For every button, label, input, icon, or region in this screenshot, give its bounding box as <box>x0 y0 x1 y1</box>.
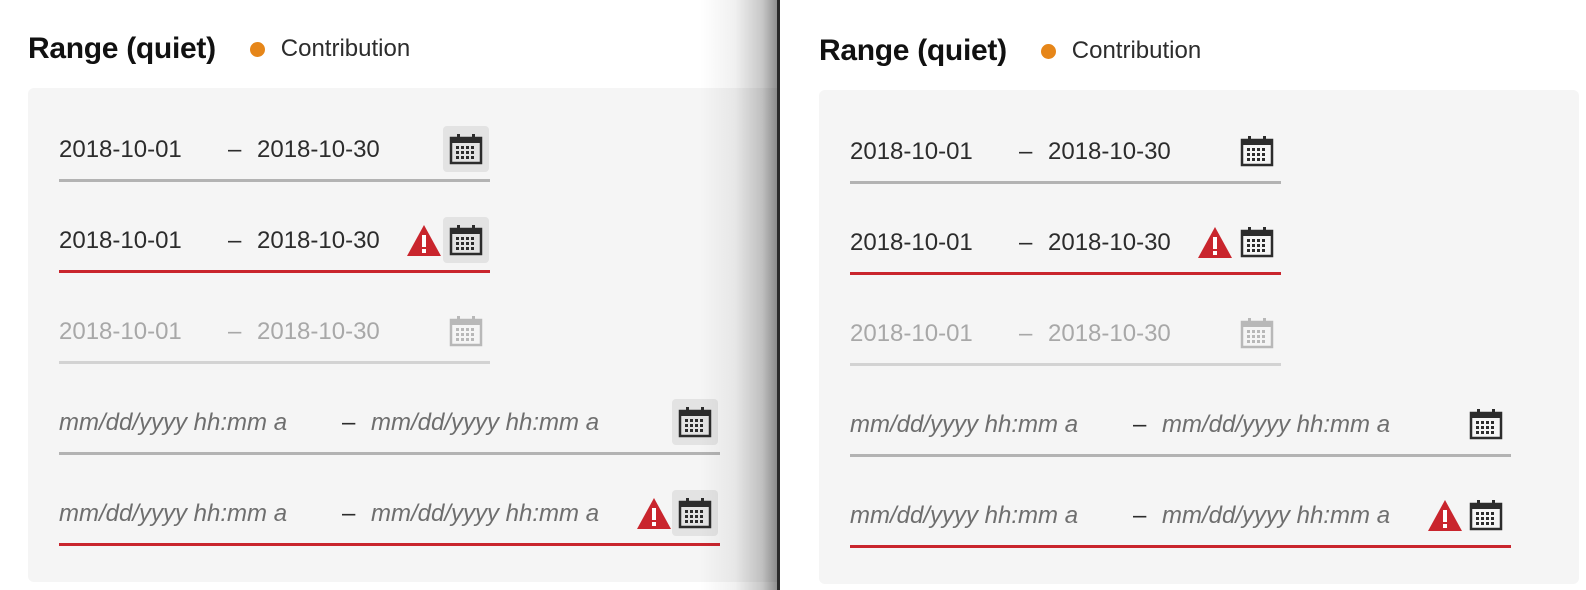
calendar-icon <box>1240 136 1274 167</box>
field-underline <box>59 361 490 364</box>
start-datetime-input[interactable]: mm/dd/yyyy hh:mm a <box>59 498 287 530</box>
end-date-input[interactable]: 2018-10-30 <box>257 134 380 166</box>
status-dot <box>1040 43 1056 59</box>
alert-icon <box>1428 500 1462 531</box>
range-separator: – <box>1019 229 1033 256</box>
calendar-icon <box>449 225 483 256</box>
start-date-input: 2018-10-01 <box>850 320 973 347</box>
field-underline <box>59 543 720 546</box>
calendar-button[interactable] <box>1234 128 1280 174</box>
calendar-icon <box>678 407 712 438</box>
end-datetime-input[interactable]: mm/dd/yyyy hh:mm a <box>1162 500 1390 532</box>
field-underline <box>59 270 490 273</box>
range-separator: – <box>1019 320 1033 347</box>
date-range-field: 2018-10-01 – 2018-10-30 <box>59 126 490 182</box>
section-title: Range (quiet) <box>819 34 1007 67</box>
end-datetime-input[interactable]: mm/dd/yyyy hh:mm a <box>1162 409 1390 441</box>
end-date-input[interactable]: 2018-10-30 <box>1048 136 1171 168</box>
calendar-icon <box>1240 227 1274 258</box>
start-datetime-input[interactable]: mm/dd/yyyy hh:mm a <box>850 409 1078 441</box>
datetime-range-field: mm/dd/yyyy hh:mm a – mm/dd/yyyy hh:mm a <box>850 401 1511 457</box>
field-underline <box>850 363 1281 366</box>
field-underline <box>850 545 1511 548</box>
datetime-range-field-invalid: mm/dd/yyyy hh:mm a – mm/dd/yyyy hh:mm a <box>59 490 720 546</box>
start-date-input: 2018-10-01 <box>59 318 182 345</box>
section-heading: Range (quiet) Contribution <box>819 30 1201 72</box>
field-underline <box>59 452 720 455</box>
start-date-input[interactable]: 2018-10-01 <box>850 136 973 168</box>
right-panel: Range (quiet) Contribution 2018-10-01 – … <box>780 0 1586 590</box>
range-separator: – <box>342 409 356 436</box>
range-separator: – <box>1133 502 1147 529</box>
date-range-field-disabled: 2018-10-01 – 2018-10-30 <box>850 310 1281 366</box>
calendar-button[interactable] <box>672 399 718 445</box>
calendar-icon <box>1240 318 1274 349</box>
calendar-icon <box>1469 409 1503 440</box>
date-range-field: 2018-10-01 – 2018-10-30 <box>850 128 1281 184</box>
range-separator: – <box>228 136 242 163</box>
calendar-icon <box>449 316 483 347</box>
start-date-input[interactable]: 2018-10-01 <box>59 225 182 257</box>
alert-icon <box>637 498 671 529</box>
range-separator: – <box>1019 138 1033 165</box>
date-range-field-invalid: 2018-10-01 – 2018-10-30 <box>850 219 1281 275</box>
range-separator: – <box>228 227 242 254</box>
datetime-range-field-invalid: mm/dd/yyyy hh:mm a – mm/dd/yyyy hh:mm a <box>850 492 1511 548</box>
range-separator: – <box>228 318 242 345</box>
calendar-icon <box>678 498 712 529</box>
left-panel: Range (quiet) Contribution 2018-10-01 – … <box>0 0 778 590</box>
range-separator: – <box>342 500 356 527</box>
datetime-range-field: mm/dd/yyyy hh:mm a – mm/dd/yyyy hh:mm a <box>59 399 720 455</box>
example-card: 2018-10-01 – 2018-10-30 2018-10-01 – 201… <box>819 90 1579 584</box>
start-datetime-input[interactable]: mm/dd/yyyy hh:mm a <box>850 500 1078 532</box>
alert-icon <box>1198 227 1232 258</box>
end-datetime-input[interactable]: mm/dd/yyyy hh:mm a <box>371 498 599 530</box>
calendar-button[interactable] <box>672 490 718 536</box>
date-range-field-invalid: 2018-10-01 – 2018-10-30 <box>59 217 490 273</box>
calendar-button <box>1234 310 1280 356</box>
field-underline <box>850 454 1511 457</box>
start-date-input[interactable]: 2018-10-01 <box>850 227 973 259</box>
calendar-button[interactable] <box>1463 492 1509 538</box>
end-date-input[interactable]: 2018-10-30 <box>257 225 380 257</box>
date-range-field-disabled: 2018-10-01 – 2018-10-30 <box>59 308 490 364</box>
calendar-button[interactable] <box>443 217 489 263</box>
end-date-input: 2018-10-30 <box>1048 320 1171 347</box>
status-dot <box>249 41 265 57</box>
calendar-button[interactable] <box>1234 219 1280 265</box>
calendar-button[interactable] <box>1463 401 1509 447</box>
start-date-input[interactable]: 2018-10-01 <box>59 134 182 166</box>
start-datetime-input[interactable]: mm/dd/yyyy hh:mm a <box>59 407 287 439</box>
section-heading: Range (quiet) Contribution <box>28 28 410 70</box>
status-label: Contribution <box>1071 37 1202 64</box>
calendar-button[interactable] <box>443 126 489 172</box>
calendar-button <box>443 308 489 354</box>
end-date-input: 2018-10-30 <box>257 318 380 345</box>
alert-icon <box>407 225 441 256</box>
end-date-input[interactable]: 2018-10-30 <box>1048 227 1171 259</box>
field-underline <box>850 272 1281 275</box>
end-datetime-input[interactable]: mm/dd/yyyy hh:mm a <box>371 407 599 439</box>
field-underline <box>850 181 1281 184</box>
status-label: Contribution <box>280 35 411 62</box>
example-card: 2018-10-01 – 2018-10-30 2018-10-01 – 201… <box>28 88 778 582</box>
field-underline <box>59 179 490 182</box>
section-title: Range (quiet) <box>28 32 216 65</box>
range-separator: – <box>1133 411 1147 438</box>
calendar-icon <box>1469 500 1503 531</box>
calendar-icon <box>449 134 483 165</box>
